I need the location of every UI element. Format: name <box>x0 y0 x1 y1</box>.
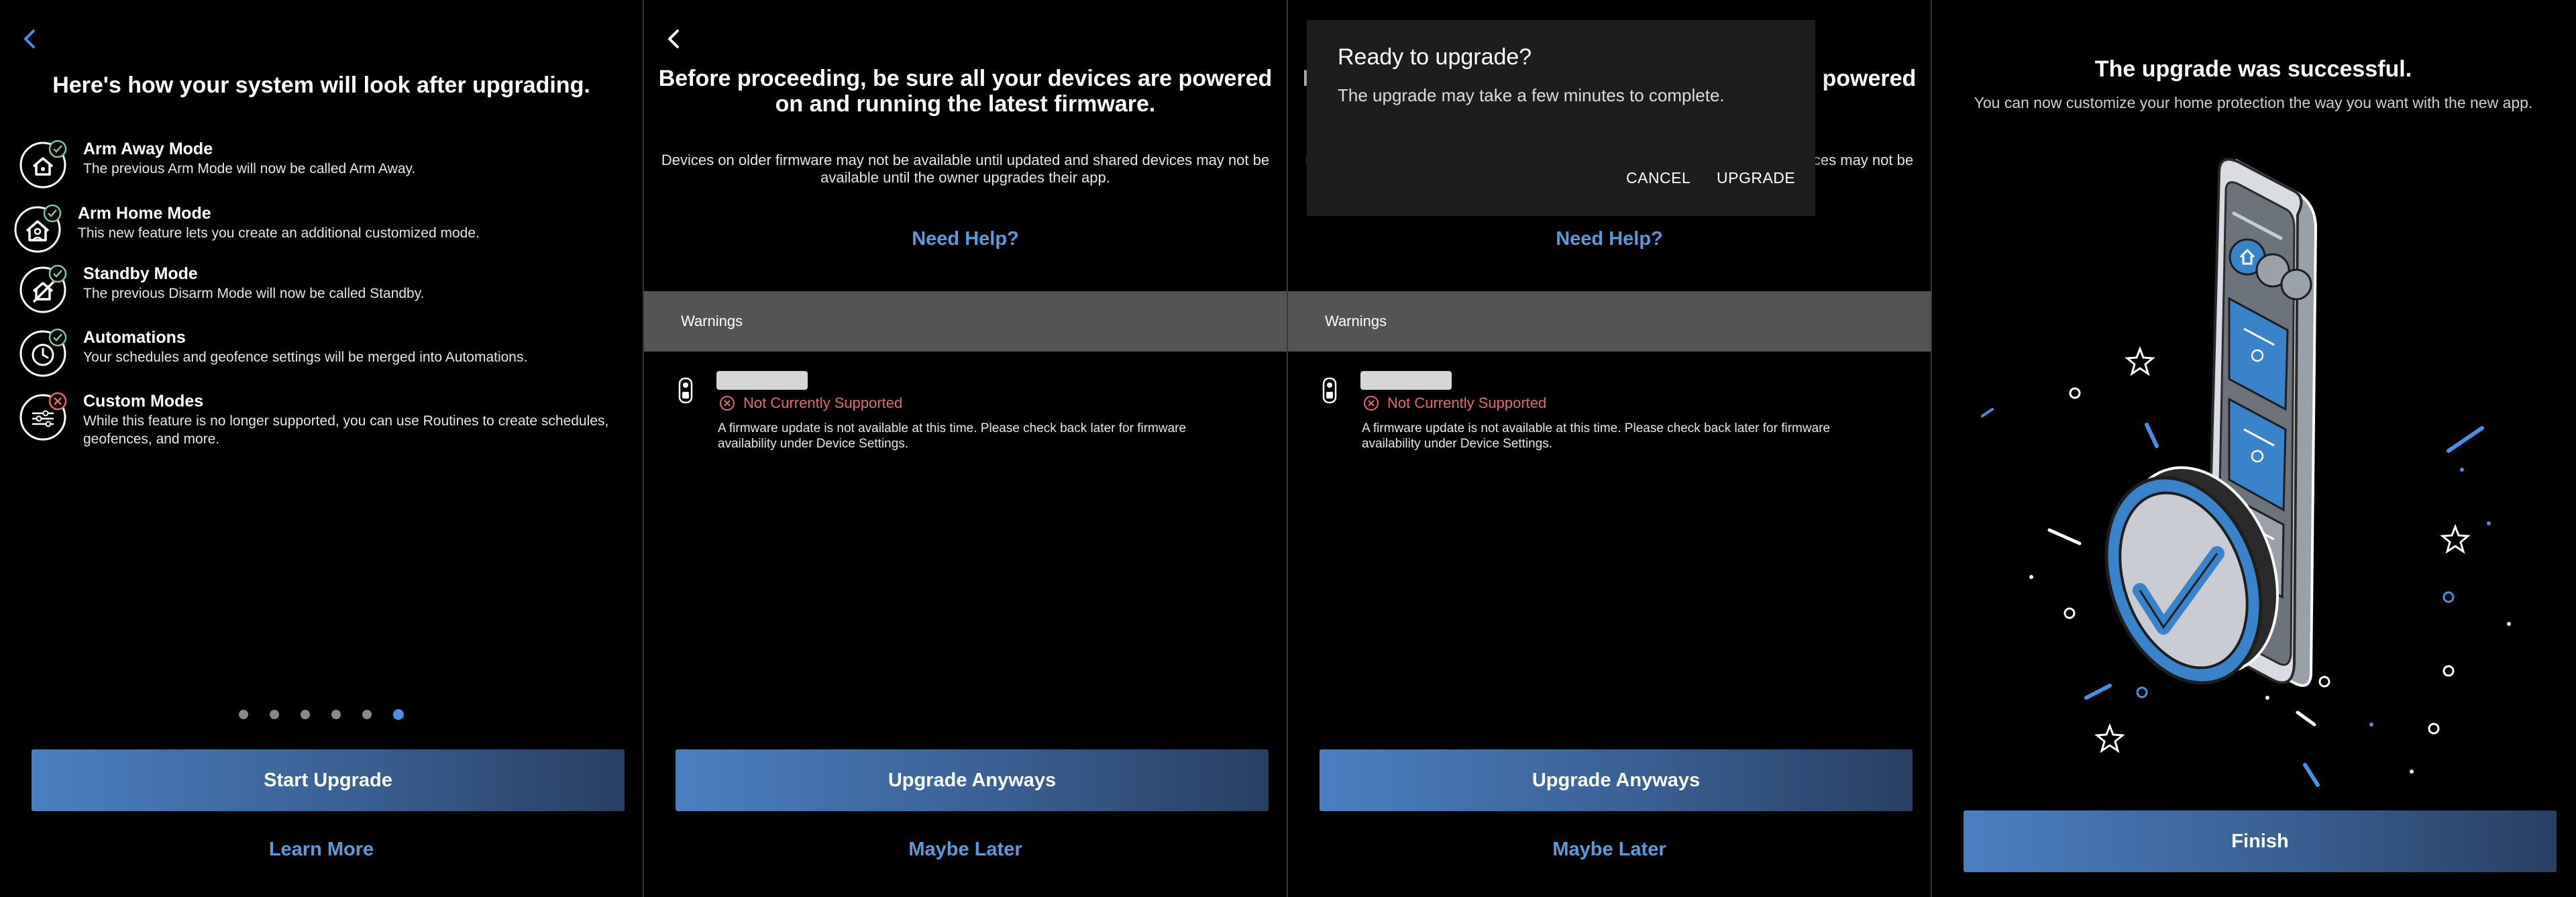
upgrade-anyways-button[interactable]: Upgrade Anyways <box>1320 749 1913 811</box>
sliders-icon <box>19 392 67 441</box>
feature-description: Your schedules and geofence settings wil… <box>83 350 528 365</box>
upgrade-overview-screen: Here's how your system will look after u… <box>0 0 643 897</box>
upgrade-anyways-button[interactable]: Upgrade Anyways <box>676 749 1269 811</box>
need-help-link[interactable]: Need Help? <box>644 228 1287 250</box>
upgrade-success-screen: The upgrade was successful. You can now … <box>1932 0 2575 897</box>
page-title: The upgrade was successful. <box>2094 56 2412 82</box>
back-arrow-icon[interactable] <box>16 25 43 52</box>
upgrade-success-illustration <box>1981 158 2511 787</box>
feature-description: The previous Arm Mode will now be called… <box>83 161 416 176</box>
feature-standby: Standby Mode The previous Disarm Mode wi… <box>19 263 623 323</box>
page-dot[interactable] <box>239 710 248 719</box>
upgrade-confirm-dialog: Ready to upgrade? The upgrade may take a… <box>1307 20 1815 216</box>
start-upgrade-button[interactable]: Start Upgrade <box>32 749 625 811</box>
home-lock-icon <box>19 140 67 189</box>
home-person-icon <box>14 204 62 253</box>
page-dot[interactable] <box>301 710 310 719</box>
dialog-upgrade-button[interactable]: UPGRADE <box>1717 169 1795 187</box>
device-message: A firmware update is not available at th… <box>1362 421 1831 451</box>
device-status: Not Currently Supported <box>1363 394 1546 412</box>
device-name-redacted <box>1360 371 1452 390</box>
warnings-label: Warnings <box>1325 313 1387 329</box>
feature-name: Arm Away Mode <box>83 140 213 158</box>
dialog-title: Ready to upgrade? <box>1338 44 1532 70</box>
warnings-label: Warnings <box>681 313 743 329</box>
warnings-header: Warnings <box>1288 291 1931 352</box>
error-circle-icon <box>720 396 735 411</box>
device-message: A firmware update is not available at th… <box>718 421 1187 451</box>
page-title: Before proceeding, be sure all your devi… <box>658 66 1273 117</box>
page-dot[interactable] <box>331 710 341 719</box>
error-circle-icon <box>1364 396 1379 411</box>
device-sensor-icon <box>1322 377 1337 404</box>
page-title: Here's how your system will look after u… <box>52 72 590 98</box>
feature-automations: Automations Your schedules and geofence … <box>19 327 623 387</box>
page-dot-active[interactable] <box>393 709 404 720</box>
feature-description: The previous Disarm Mode will now be cal… <box>83 286 425 301</box>
finish-button[interactable]: Finish <box>1964 810 2557 872</box>
status-text: Not Currently Supported <box>743 394 903 411</box>
dialog-body: The upgrade may take a few minutes to co… <box>1338 85 1725 105</box>
page-dot[interactable] <box>362 710 372 719</box>
warnings-header: Warnings <box>644 291 1287 352</box>
upgrade-confirm-screen: Before proceeding, be sure all your devi… <box>1288 0 1931 897</box>
feature-description: While this feature is no longer supporte… <box>83 413 609 447</box>
maybe-later-link[interactable]: Maybe Later <box>644 839 1287 861</box>
maybe-later-link[interactable]: Maybe Later <box>1288 839 1931 861</box>
feature-name: Standby Mode <box>83 264 198 283</box>
need-help-link[interactable]: Need Help? <box>1288 228 1931 250</box>
page-indicator <box>0 709 643 720</box>
feature-custom-modes: Custom Modes While this feature is no lo… <box>19 390 623 451</box>
dialog-cancel-button[interactable]: CANCEL <box>1626 169 1690 187</box>
back-arrow-icon[interactable] <box>660 25 687 52</box>
device-name-redacted <box>716 371 808 390</box>
page-subtitle: You can now customize your home protecti… <box>1974 94 2533 111</box>
device-status: Not Currently Supported <box>719 394 902 412</box>
page-dot[interactable] <box>270 710 279 719</box>
feature-name: Custom Modes <box>83 392 204 411</box>
learn-more-link[interactable]: Learn More <box>0 839 643 861</box>
status-text: Not Currently Supported <box>1387 394 1547 411</box>
device-sensor-icon <box>678 377 693 404</box>
clock-icon <box>19 328 67 377</box>
firmware-warning-screen: Before proceeding, be sure all your devi… <box>644 0 1287 897</box>
feature-arm-away: Arm Away Mode The previous Arm Mode will… <box>19 138 623 199</box>
feature-description: This new feature lets you create an addi… <box>78 225 480 241</box>
feature-name: Automations <box>83 328 186 347</box>
feature-arm-home: Arm Home Mode This new feature lets you … <box>14 203 623 263</box>
page-subtitle: Devices on older firmware may not be ava… <box>661 152 1270 186</box>
feature-name: Arm Home Mode <box>78 204 211 223</box>
shield-off-icon <box>19 264 67 313</box>
